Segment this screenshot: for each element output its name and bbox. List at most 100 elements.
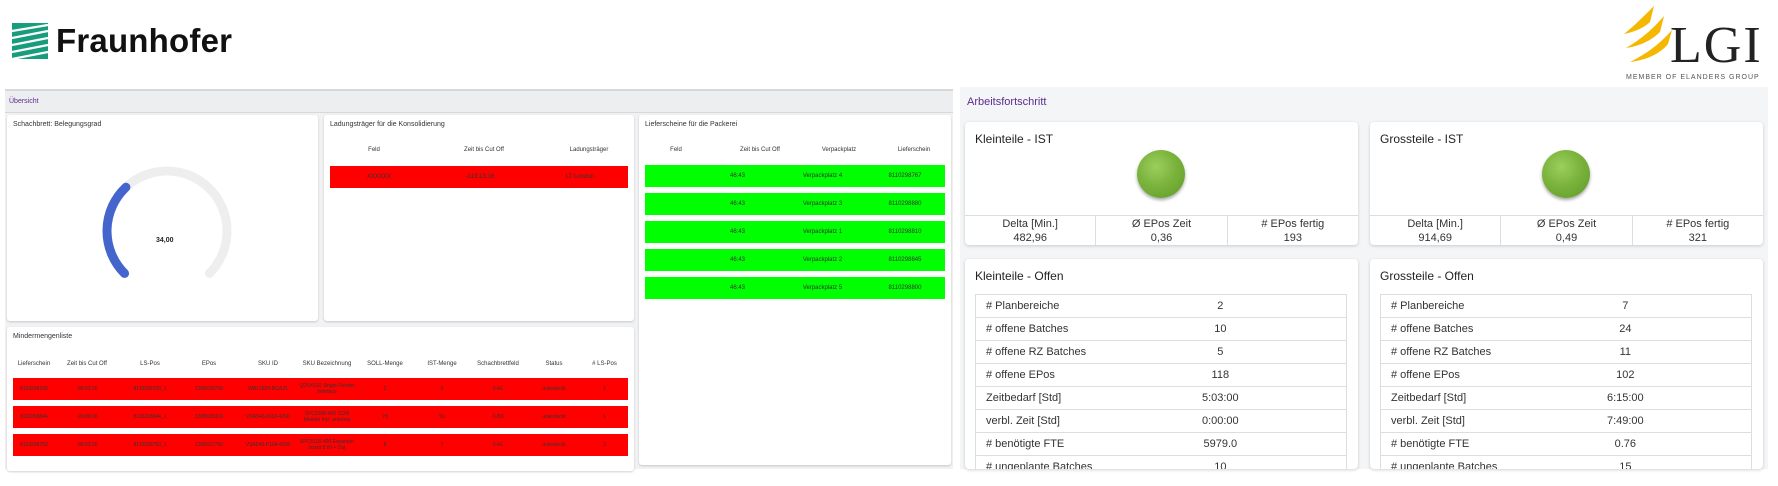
kv-value: 5 — [1217, 346, 1224, 358]
minder-header: Lieferschein — [17, 361, 51, 367]
liefer-cell-ls: 8110298845 — [888, 257, 922, 263]
ladung-header-lt: Ladungsträger — [569, 147, 609, 153]
liefer-cell-zeit: 46:43 — [729, 257, 745, 263]
kv-key: # Planbereiche — [1391, 300, 1465, 312]
kv-value: 2 — [1217, 300, 1224, 312]
ladung-header-feld: Feld — [368, 147, 380, 153]
stat-label: Delta [Min.] — [1002, 218, 1058, 230]
kv-key: # Planbereiche — [986, 300, 1060, 312]
table-row[interactable]: 46:43 Verpackplatz 5 8110298800 — [645, 277, 945, 299]
kv-key: # offene Batches — [986, 323, 1069, 335]
liefer-cell-zeit: 46:43 — [729, 285, 745, 291]
kv-value: 7 — [1622, 300, 1629, 312]
table-row[interactable]: 46:43 Verpackplatz 3 8110298880 — [645, 193, 945, 215]
liefer-cell-platz: Verpackplatz 1 — [802, 229, 843, 235]
fraunhofer-logo: Fraunhofer — [12, 22, 232, 60]
kv-key: verbl. Zeit [Std] — [1391, 415, 1465, 427]
minder-header: EPos — [201, 361, 217, 367]
minder-cell: 7 — [440, 442, 444, 448]
stat-value: 0,49 — [1555, 232, 1578, 244]
minder-cell: 1 — [603, 414, 606, 420]
ladung-cell-lt: LT London — [565, 174, 595, 180]
stat-label: Ø EPos Zeit — [1131, 218, 1192, 230]
kleinteile-ist-stats: Delta [Min.] 482,96 Ø EPos Zeit 0,36 # EPo… — [965, 215, 1358, 245]
fraunhofer-logo-icon — [12, 23, 48, 59]
kv-value: 5979.0 — [1203, 438, 1238, 450]
table-row: # benötigte FTE 0.76 — [1381, 433, 1751, 456]
kv-value: 24 — [1619, 323, 1632, 335]
minder-cell: unterdeckt — [542, 414, 566, 420]
minder-header: Status — [545, 361, 563, 367]
table-row[interactable]: 8110298750 -99:53:16 8110298750_1 130563… — [13, 434, 628, 456]
liefer-cell-platz: Verpackplatz 5 — [802, 285, 843, 291]
table-row: # ungeplante Batches 15 — [1381, 456, 1751, 469]
liefer-title: Lieferscheine für die Packerei — [645, 121, 738, 128]
table-row[interactable]: 46:43 Verpackplatz 4 8110298767 — [645, 165, 945, 187]
minder-cell: unterdeckt — [542, 442, 566, 448]
kv-value: 0.76 — [1614, 438, 1637, 450]
kv-key: # offene EPos — [1391, 369, 1460, 381]
stat-label: Ø EPos Zeit — [1536, 218, 1597, 230]
liefer-cell-zeit: 46:43 — [729, 201, 745, 207]
liefer-header-zeit: Zeit bis Cut Off — [740, 147, 780, 153]
liefer-cell-ls: 8110298800 — [888, 285, 922, 291]
minder-cell: SPC5900-400 COM Module Incl. antenna — [303, 411, 351, 423]
minder-cell: 8110298750_1 — [133, 442, 167, 448]
grossteile-offen-table: # Planbereiche 7 # offene Batches 24 # off… — [1380, 294, 1752, 469]
table-row: # Planbereiche 7 — [1381, 295, 1751, 318]
lgi-subtitle: MEMBER OF ELANDERS GROUP — [1626, 74, 1760, 81]
kv-key: Zeitbedarf [Std] — [1391, 392, 1467, 404]
table-row[interactable]: 8110298844 -99:08:16 8110298844_1 130563… — [13, 406, 628, 428]
minder-cell: 2 — [603, 442, 606, 448]
kleinteile-offen-title: Kleinteile - Offen — [975, 269, 1064, 283]
table-row: # offene RZ Batches 5 — [976, 341, 1346, 364]
minder-header: Zeit bis Cut Off — [67, 361, 107, 367]
minder-cell: 8110298844_1 — [133, 414, 167, 420]
occupancy-gauge — [102, 166, 232, 278]
minder-cell: 0 — [440, 386, 444, 392]
minder-header: SKU Bezeichnung — [302, 361, 352, 367]
stat-value: 482,96 — [1013, 232, 1047, 244]
right-dashboard: Arbeitsfortschritt Kleinteile - IST Delt… — [960, 87, 1768, 469]
table-row: # offene RZ Batches 11 — [1381, 341, 1751, 364]
liefer-cell-ls: 8110298767 — [888, 173, 922, 179]
minder-cell: WBL1820-BCA31 — [248, 386, 288, 392]
ladung-cell-feld: XXXXXX — [366, 174, 391, 180]
kv-key: # ungeplante Batches — [986, 461, 1093, 469]
stat-label: # EPos fertig — [1261, 218, 1325, 230]
minder-cell: 1305630319 — [195, 414, 223, 420]
minder-cell: VSA540-8102-4200 — [246, 414, 290, 420]
liefer-cell-platz: Verpackplatz 3 — [802, 201, 843, 207]
kv-value: 15 — [1619, 461, 1632, 469]
kv-value: 10 — [1214, 323, 1227, 335]
table-row: verbl. Zeit [Std] 7:49:00 — [1381, 410, 1751, 433]
minder-cell: 8110298750 — [20, 442, 48, 448]
table-row[interactable]: 8110298700 -99:53:16 8110298700_1 130563… — [13, 378, 628, 400]
table-row[interactable]: XXXXXX -119:13:16 LT London — [330, 166, 628, 188]
liefer-header-platz: Verpackplatz — [821, 147, 857, 153]
table-row[interactable]: 46:43 Verpackplatz 1 8110298810 — [645, 221, 945, 243]
liefer-cell-ls: 8110298880 — [888, 201, 922, 207]
minder-title: Mindermengenliste — [13, 333, 73, 340]
stat-epos-fertig: # EPos fertig 321 — [1631, 216, 1763, 245]
status-indicator — [1137, 150, 1185, 198]
stat-epos-zeit: Ø EPos Zeit 0,49 — [1500, 216, 1631, 245]
table-row[interactable]: 46:43 Verpackplatz 2 8110298845 — [645, 249, 945, 271]
ladung-cell-zeit: -119:13:16 — [465, 174, 495, 180]
lgi-wordmark: LGI — [1670, 17, 1763, 74]
kleinteile-ist-title: Kleinteile - IST — [975, 132, 1054, 146]
minder-cell: 0-A1 — [492, 386, 504, 392]
minder-cell: -99:53:16 — [76, 386, 98, 392]
table-row: # offene EPos 118 — [976, 364, 1346, 387]
gauge-title: Schachbrett: Belegungsgrad — [13, 121, 102, 128]
kv-key: # offene RZ Batches — [986, 346, 1087, 358]
table-row: # Planbereiche 2 — [976, 295, 1346, 318]
liefer-cell-platz: Verpackplatz 4 — [802, 173, 843, 179]
tab-uebersicht[interactable]: Übersicht — [9, 98, 39, 105]
stat-delta: Delta [Min.] 914,69 — [1370, 216, 1500, 245]
minder-cell: 8110298700_1 — [133, 386, 167, 392]
minder-header: IST-Menge — [427, 361, 457, 367]
gauge-fill — [102, 182, 131, 278]
table-row: verbl. Zeit [Std] 0:00:00 — [976, 410, 1346, 433]
minder-header: Schachbrettfeld — [477, 361, 519, 367]
